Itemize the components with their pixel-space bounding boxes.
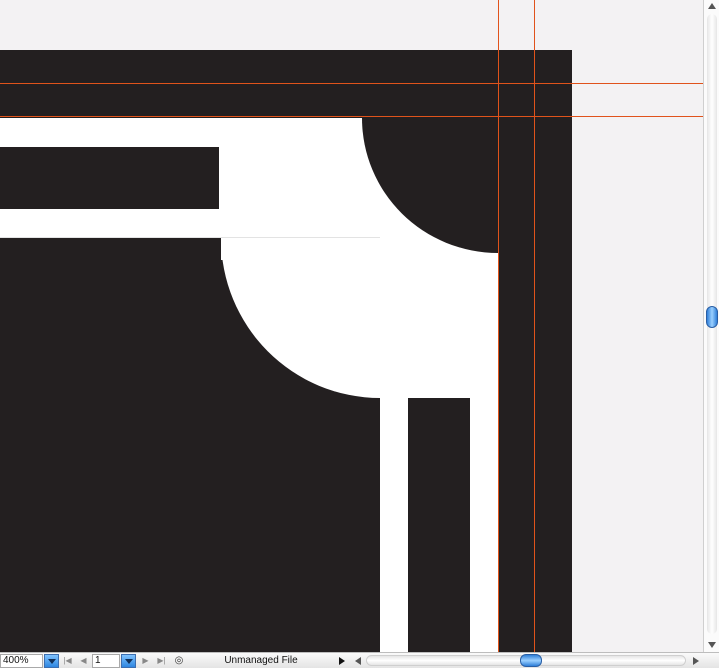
last-page-icon[interactable]: ▶| [155,654,168,668]
chevron-down-icon [125,659,133,664]
next-page-icon[interactable]: ▶ [139,654,152,668]
horizontal-scroll-thumb[interactable] [520,654,542,667]
zoom-dropdown-button[interactable] [44,654,59,668]
artwork-dark-lower-left[interactable] [0,238,221,652]
scroll-left-icon [355,657,361,665]
version-cue-icon[interactable]: ◎ [172,654,186,668]
artwork-dark-vertical-bar[interactable] [408,398,470,652]
status-text: Unmanaged File [224,655,298,666]
first-page-icon[interactable]: |◀ [61,654,74,668]
scroll-down-icon[interactable] [708,642,716,648]
guide-vertical[interactable] [534,0,535,652]
page-dropdown-button[interactable] [121,654,136,668]
previous-page-icon[interactable]: ◀ [77,654,90,668]
scroll-right-button[interactable] [690,654,702,668]
artboard-canvas[interactable] [0,0,703,652]
artwork-thin-gray-line [0,237,380,238]
guide-vertical[interactable] [498,0,499,652]
scroll-right-icon [693,657,699,665]
vertical-scroll-thumb[interactable] [706,306,718,328]
scroll-left-button[interactable] [352,654,364,668]
document-status-bar: 400% |◀ ◀ 1 ▶ ▶| ◎ Unmanaged File [0,652,719,668]
zoom-level-field[interactable]: 400% [0,654,43,668]
scroll-up-icon[interactable] [708,3,716,9]
illustrator-document-window: 400% |◀ ◀ 1 ▶ ▶| ◎ Unmanaged File [0,0,719,668]
status-menu-button[interactable] [337,654,347,668]
chevron-right-icon [339,657,345,665]
chevron-down-icon [48,659,56,664]
artwork-white-top-curve-edge[interactable] [221,238,380,260]
vertical-scrollbar[interactable] [703,0,719,652]
guide-horizontal[interactable] [0,83,703,84]
artwork-dark-lower-mid[interactable] [221,398,380,652]
page-number-field[interactable]: 1 [92,654,120,668]
artwork-dark-bar[interactable] [0,147,219,209]
guide-horizontal[interactable] [0,116,703,117]
